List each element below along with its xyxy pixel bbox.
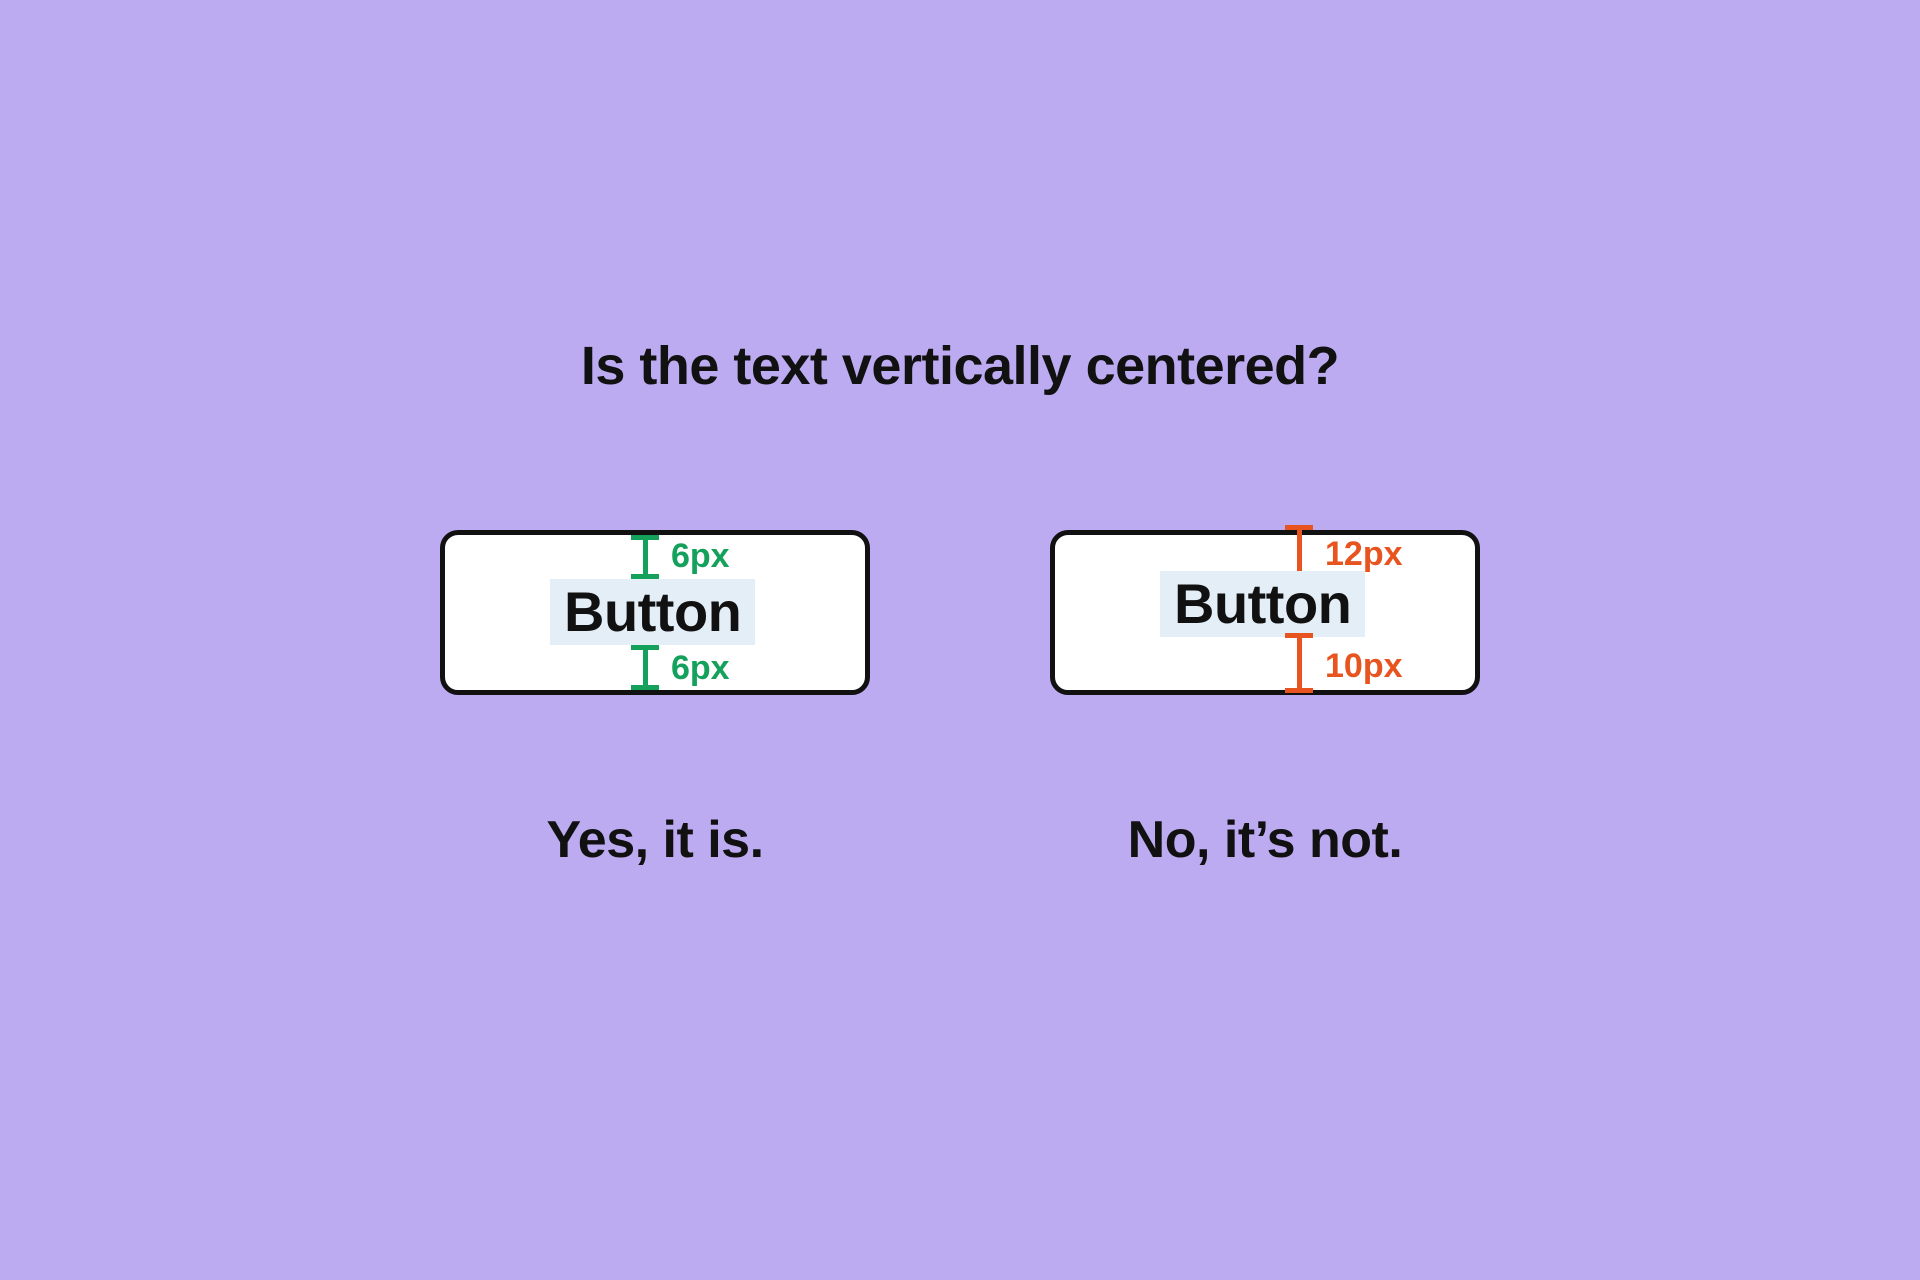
caption-no: No, it’s not.	[1128, 810, 1403, 870]
example-yes: 6px Button 6px Yes, it is.	[440, 530, 870, 870]
measure-top-icon: 6px	[631, 535, 659, 579]
button-example-centered: 6px Button 6px	[440, 530, 870, 695]
diagram-heading: Is the text vertically centered?	[240, 335, 1680, 397]
measure-bottom-label: 6px	[671, 649, 730, 688]
diagram-canvas: Is the text vertically centered? 6px But…	[240, 160, 1680, 1120]
measure-bottom-label: 10px	[1325, 647, 1403, 686]
example-columns: 6px Button 6px Yes, it is. 12px Button	[240, 530, 1680, 870]
measure-bottom-icon: 6px	[631, 645, 659, 690]
measure-bottom-icon: 10px	[1285, 633, 1313, 693]
button-label: Button	[550, 579, 755, 645]
caption-yes: Yes, it is.	[546, 810, 763, 870]
measure-top-label: 12px	[1325, 535, 1403, 574]
button-label: Button	[1160, 571, 1365, 637]
measure-top-label: 6px	[671, 537, 730, 576]
example-no: 12px Button 10px No, it’s not.	[1050, 530, 1480, 870]
button-example-offset: 12px Button 10px	[1050, 530, 1480, 695]
